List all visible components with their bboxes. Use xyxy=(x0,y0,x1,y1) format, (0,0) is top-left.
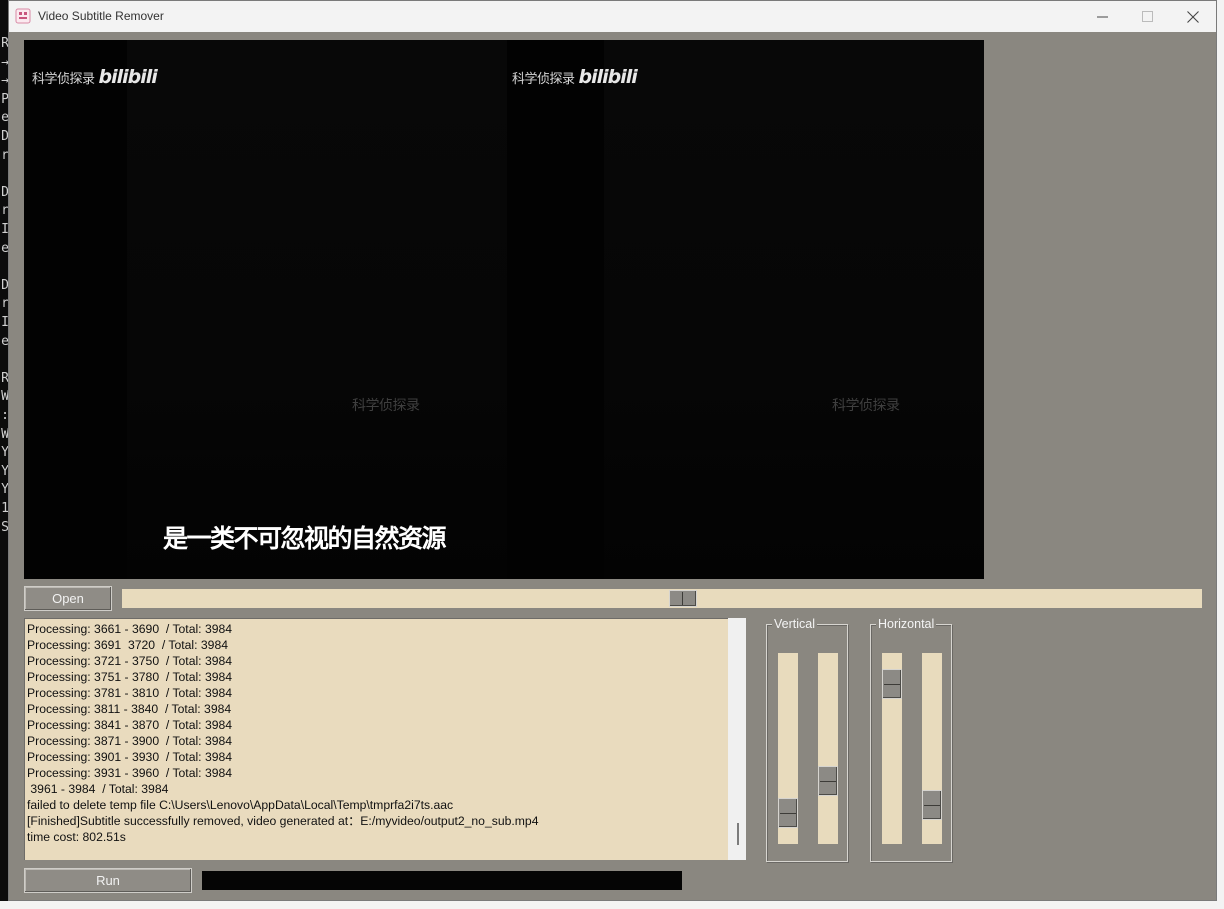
minimize-icon xyxy=(1096,11,1108,22)
window-title: Video Subtitle Remover xyxy=(38,9,164,23)
bilibili-logo: bilibili xyxy=(98,66,158,88)
maximize-button[interactable] xyxy=(1124,1,1170,32)
app-icon xyxy=(15,8,31,24)
vertical-slider-group: Vertical xyxy=(766,616,848,862)
log-output[interactable]: Processing: 3661 - 3690 / Total: 3984 Pro… xyxy=(24,618,728,860)
log-line: 3961 - 3984 / Total: 3984 xyxy=(27,782,169,796)
vertical-slider-1-handle[interactable] xyxy=(778,798,798,828)
log-line: Processing: 3781 - 3810 / Total: 3984 xyxy=(27,686,233,700)
horizontal-slider-2[interactable] xyxy=(922,653,942,844)
log-line: Processing: 3691 3720 / Total: 3984 xyxy=(27,638,229,652)
logo-text: 科学侦探录 xyxy=(512,71,575,87)
log-line: Processing: 3871 - 3900 / Total: 3984 xyxy=(27,734,233,748)
vertical-slider-2-handle[interactable] xyxy=(818,766,838,796)
log-line: time cost: 802.51s xyxy=(27,830,126,844)
horizontal-slider-1-handle[interactable] xyxy=(882,669,902,699)
vertical-slider-1[interactable] xyxy=(778,653,798,844)
logo-text: 科学侦探录 xyxy=(32,71,95,87)
horizontal-group-label: Horizontal xyxy=(876,616,937,632)
video-subtitle: 是一类不可忽视的自然资源 xyxy=(163,524,447,553)
horizontal-slider-1[interactable] xyxy=(882,653,902,844)
run-button[interactable]: Run xyxy=(24,868,192,893)
desktop-edge-bottom xyxy=(0,901,1224,909)
bilibili-logo: bilibili xyxy=(578,66,638,88)
desktop-edge xyxy=(1217,0,1224,909)
log-line: failed to delete temp file C:\Users\Leno… xyxy=(27,798,454,812)
seek-slider-handle[interactable] xyxy=(669,590,697,607)
channel-logo: 科学侦探录 bilibili xyxy=(32,66,158,88)
log-line: Processing: 3931 - 3960 / Total: 3984 xyxy=(27,766,233,780)
log-scrollbar-thumb[interactable] xyxy=(737,823,739,845)
open-button[interactable]: Open xyxy=(24,586,112,611)
video-watermark: 科学侦探录 xyxy=(352,398,420,414)
log-line: Processing: 3901 - 3930 / Total: 3984 xyxy=(27,750,233,764)
minimize-button[interactable] xyxy=(1079,1,1125,32)
log-line: Processing: 3661 - 3690 / Total: 3984 xyxy=(27,622,233,636)
video-frame-original xyxy=(127,40,507,579)
log-line: Processing: 3721 - 3750 / Total: 3984 xyxy=(27,654,233,668)
vertical-group-label: Vertical xyxy=(772,616,817,632)
log-line: Processing: 3811 - 3840 / Total: 3984 xyxy=(27,702,232,716)
log-line: Processing: 3751 - 3780 / Total: 3984 xyxy=(27,670,233,684)
horizontal-slider-group: Horizontal xyxy=(870,616,952,862)
video-preview: 科学侦探录 bilibili 科学侦探录 bilibili 科学侦探录 科学侦探… xyxy=(24,40,984,579)
progress-bar xyxy=(202,871,682,890)
log-scrollbar[interactable] xyxy=(728,618,746,860)
close-icon xyxy=(1187,10,1199,23)
title-bar[interactable]: Video Subtitle Remover xyxy=(9,1,1216,32)
video-seek-slider[interactable] xyxy=(122,589,1202,608)
horizontal-slider-2-handle[interactable] xyxy=(922,790,942,820)
close-button[interactable] xyxy=(1170,1,1216,32)
video-frame-processed xyxy=(604,40,984,579)
log-line: Processing: 3841 - 3870 / Total: 3984 xyxy=(27,718,233,732)
app-window: Video Subtitle Remover 科学侦探录 bilibili 科学… xyxy=(8,0,1217,901)
log-line: [Finished]Subtitle successfully removed,… xyxy=(27,814,539,828)
vertical-slider-2[interactable] xyxy=(818,653,838,844)
maximize-icon xyxy=(1141,11,1153,22)
video-watermark: 科学侦探录 xyxy=(832,398,900,414)
channel-logo: 科学侦探录 bilibili xyxy=(512,66,638,88)
